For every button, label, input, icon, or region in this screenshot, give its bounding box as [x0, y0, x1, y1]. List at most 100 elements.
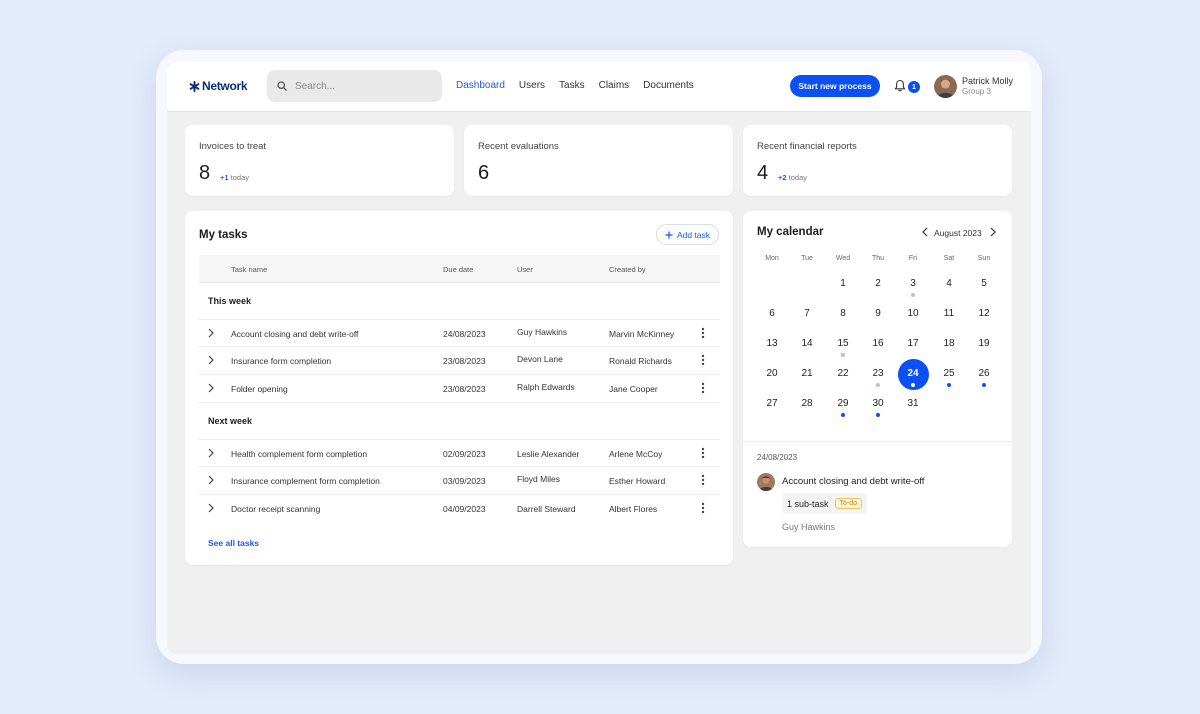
event-indicator-dot [876, 413, 880, 417]
calendar-day[interactable]: 17 [898, 338, 928, 349]
group-label-next-week: Next week [208, 416, 253, 426]
calendar-day[interactable]: 26 [969, 368, 999, 379]
stat-card-evaluations[interactable]: Recent evaluations 6 [464, 125, 733, 196]
avatar [757, 473, 775, 491]
nav-dashboard[interactable]: Dashboard [456, 80, 505, 91]
calendar-day[interactable]: 24 [898, 368, 928, 379]
calendar-day[interactable]: 8 [828, 308, 858, 319]
kebab-menu-icon[interactable] [701, 502, 705, 514]
calendar-day[interactable]: 31 [898, 398, 928, 409]
calendar-day[interactable]: 12 [969, 308, 999, 319]
calendar-day[interactable]: 19 [969, 338, 999, 349]
calendar-day[interactable]: 29 [828, 398, 858, 409]
calendar-day[interactable]: 11 [934, 308, 964, 319]
calendar-day[interactable]: 15 [828, 338, 858, 349]
calendar-day[interactable]: 22 [828, 368, 858, 379]
tasks-table-header: Task name Due date User Created by [199, 255, 720, 283]
calendar-day[interactable]: 18 [934, 338, 964, 349]
chevron-right-icon[interactable] [989, 227, 997, 237]
add-task-label: Add task [676, 229, 711, 240]
search-icon [277, 81, 287, 91]
search-box[interactable] [267, 70, 442, 102]
event-indicator-dot [911, 293, 915, 297]
user-group: Group 3 [962, 87, 991, 96]
calendar-day[interactable]: 16 [863, 338, 893, 349]
chevron-right-icon[interactable] [207, 328, 215, 338]
kebab-menu-icon[interactable] [701, 447, 705, 459]
task-created-by: Jane Cooper [609, 384, 658, 394]
calendar-day[interactable]: 3 [898, 278, 928, 289]
stat-card-invoices[interactable]: Invoices to treat 8 +1 today [185, 125, 454, 196]
calendar-day[interactable]: 30 [863, 398, 893, 409]
kebab-menu-icon[interactable] [701, 327, 705, 339]
nav-claims[interactable]: Claims [599, 80, 630, 91]
calendar-day[interactable]: 21 [792, 368, 822, 379]
event-indicator-dot [841, 353, 845, 357]
calendar-day[interactable]: 28 [792, 398, 822, 409]
calendar-day[interactable]: 27 [757, 398, 787, 409]
table-row[interactable]: Insurance form completion 23/08/2023 Dev… [199, 347, 720, 375]
calendar-day[interactable]: 25 [934, 368, 964, 379]
kebab-menu-icon[interactable] [701, 382, 705, 394]
kebab-menu-icon[interactable] [701, 474, 705, 486]
calendar-title: My calendar [757, 226, 824, 238]
network-logo-icon [189, 80, 200, 92]
weekday-label: Mon [765, 255, 779, 262]
calendar-day[interactable]: 9 [863, 308, 893, 319]
event-title[interactable]: Account closing and debt write-off [782, 476, 924, 487]
calendar-day[interactable]: 5 [969, 278, 999, 289]
chevron-right-icon[interactable] [207, 448, 215, 458]
chevron-left-icon[interactable] [921, 227, 929, 237]
table-row[interactable]: Folder opening 23/08/2023 Ralph Edwards … [199, 375, 720, 403]
column-header: Task name [231, 265, 268, 274]
task-name: Folder opening [231, 384, 288, 394]
calendar-day[interactable]: 13 [757, 338, 787, 349]
task-name: Insurance complement form completion [231, 476, 380, 486]
chevron-right-icon[interactable] [207, 383, 215, 393]
nav-tasks[interactable]: Tasks [559, 80, 585, 91]
top-bar: Network Dashboard Users Tasks Claims Doc… [167, 62, 1031, 112]
task-created-by: Arlene McCoy [609, 449, 663, 459]
bell-icon[interactable] [894, 79, 906, 92]
calendar-day[interactable]: 10 [898, 308, 928, 319]
tasks-title: My tasks [199, 229, 248, 241]
weekday-label: Fri [908, 255, 918, 262]
avatar[interactable] [934, 75, 957, 98]
table-row[interactable]: Account closing and debt write-off 24/08… [199, 319, 720, 347]
task-name: Doctor receipt scanning [231, 504, 321, 514]
group-label-this-week: This week [208, 296, 252, 306]
brand-logo[interactable]: Network [189, 79, 248, 93]
calendar-day[interactable]: 7 [792, 308, 822, 319]
calendar-card: My calendar August 2023 Mon Tue Wed Thu Fri S… [743, 211, 1013, 547]
calendar-day[interactable]: 1 [828, 278, 858, 289]
start-new-process-button[interactable]: Start new process [790, 75, 880, 97]
column-header: User [517, 265, 533, 274]
nav-documents[interactable]: Documents [643, 80, 694, 91]
stat-title: Recent financial reports [757, 141, 857, 152]
task-due-date: 23/08/2023 [443, 356, 486, 366]
kebab-menu-icon[interactable] [701, 354, 705, 366]
task-created-by: Albert Flores [609, 504, 658, 514]
calendar-day[interactable]: 4 [934, 278, 964, 289]
calendar-day[interactable]: 14 [792, 338, 822, 349]
table-row[interactable]: Insurance complement form completion 03/… [199, 467, 720, 495]
calendar-day[interactable]: 2 [863, 278, 893, 289]
task-name: Account closing and debt write-off [231, 329, 359, 339]
stat-card-financial-reports[interactable]: Recent financial reports 4 +2 today [743, 125, 1012, 196]
chevron-right-icon[interactable] [207, 475, 215, 485]
calendar-day[interactable]: 23 [863, 368, 893, 379]
add-task-button[interactable]: Add task [656, 224, 719, 245]
search-input[interactable] [295, 80, 425, 92]
see-all-tasks-link[interactable]: See all tasks [208, 538, 259, 548]
table-row[interactable]: Doctor receipt scanning 04/09/2023 Darre… [199, 495, 720, 523]
subtask-chip[interactable]: 1 sub-task To-do [782, 493, 868, 514]
main-nav: Dashboard Users Tasks Claims Documents [456, 80, 694, 91]
nav-users[interactable]: Users [519, 80, 545, 91]
calendar-day[interactable]: 20 [757, 368, 787, 379]
stat-delta: +2 today [778, 173, 808, 182]
chevron-right-icon[interactable] [207, 503, 215, 513]
calendar-day[interactable]: 6 [757, 308, 787, 319]
table-row[interactable]: Health complement form completion 02/09/… [199, 439, 720, 467]
chevron-right-icon[interactable] [207, 355, 215, 365]
stat-value: 8 [199, 162, 211, 184]
